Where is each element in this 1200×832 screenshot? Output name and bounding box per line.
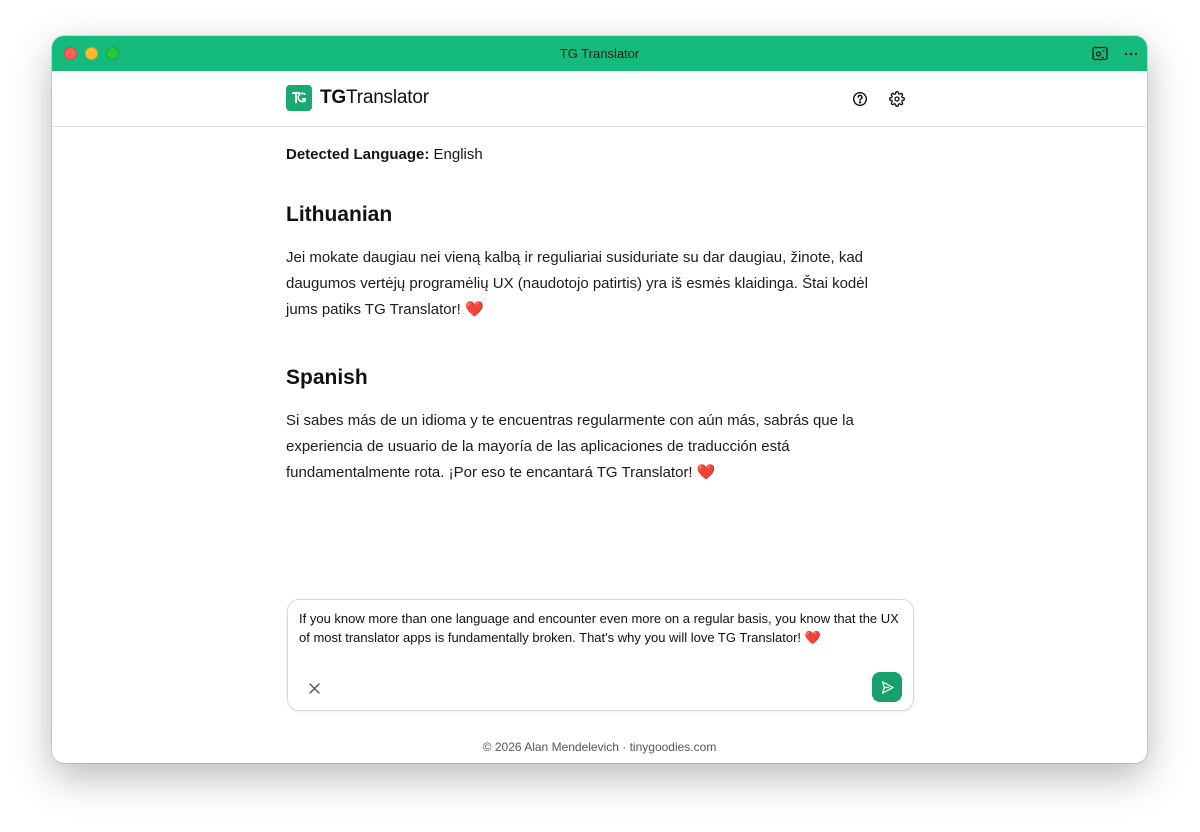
logo-text-rest: Translator — [346, 87, 429, 108]
app-window: TG Translator TGTranslator Detected Lang… — [52, 36, 1147, 763]
translation-spanish: Spanish Si sabes más de un idioma y te e… — [286, 366, 886, 486]
translation-lithuanian: Lithuanian Jei mokate daugiau nei vieną … — [286, 203, 886, 323]
detected-language-label: Detected Language: — [286, 146, 430, 163]
translation-text[interactable]: Jei mokate daugiau nei vieną kalbą ir re… — [286, 245, 886, 323]
more-options-icon[interactable] — [1121, 44, 1141, 64]
help-circle-icon — [852, 91, 868, 107]
app-header: TGTranslator — [52, 71, 1147, 127]
translate-send-button[interactable] — [872, 672, 902, 702]
translation-results: Detected Language: English Lithuanian Je… — [286, 146, 886, 486]
window-title: TG Translator — [559, 46, 640, 61]
screen-share-icon[interactable] — [1090, 44, 1110, 64]
source-text-input[interactable]: If you know more than one language and e… — [299, 609, 899, 647]
translation-language-title: Spanish — [286, 366, 368, 389]
clear-button[interactable] — [305, 679, 323, 697]
close-icon — [308, 682, 320, 694]
app-logo: TGTranslator — [286, 85, 429, 111]
translation-text[interactable]: Si sabes más de un idioma y te encuentra… — [286, 408, 886, 486]
logo-text-bold: TG — [320, 87, 346, 108]
title-bar[interactable]: TG Translator — [52, 36, 1147, 71]
detected-language: Detected Language: English — [286, 146, 886, 163]
send-icon — [881, 680, 894, 694]
help-button[interactable] — [850, 89, 870, 109]
footer: © 2026 Alan Mendelevich · tinygoodies.co… — [482, 740, 717, 754]
detected-language-value: English — [433, 146, 483, 163]
source-text-box[interactable]: If you know more than one language and e… — [287, 599, 914, 711]
logo-text: TGTranslator — [320, 87, 429, 109]
settings-button[interactable] — [887, 89, 907, 109]
gear-icon — [889, 91, 905, 107]
logo-mark-icon — [286, 85, 312, 111]
translation-language-title: Lithuanian — [286, 203, 393, 226]
